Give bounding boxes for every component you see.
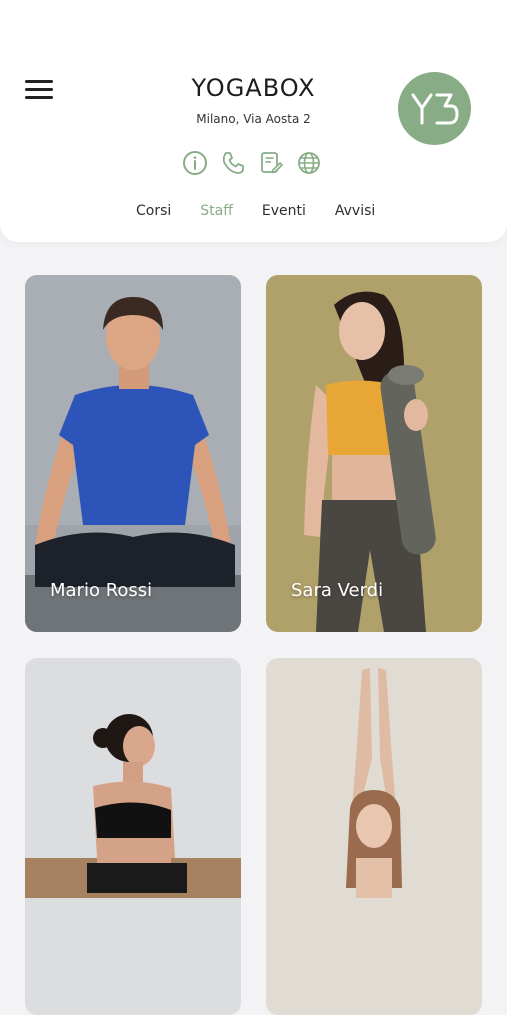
notes-button[interactable] (257, 149, 285, 177)
app-header: YOGABOX Milano, Via Aosta 2 Corsi Staff … (0, 0, 507, 242)
edit-note-icon (261, 152, 283, 174)
studio-logo[interactable] (398, 72, 471, 145)
staff-card[interactable]: Mario Rossi (25, 275, 241, 632)
website-button[interactable] (295, 149, 323, 177)
globe-icon (298, 152, 320, 174)
staff-card[interactable] (266, 658, 482, 1015)
tab-avvisi[interactable]: Avvisi (335, 203, 375, 219)
staff-photo (25, 658, 241, 1015)
section-tabs: Corsi Staff Eventi Avvisi (136, 203, 375, 219)
info-icon (183, 151, 207, 175)
staff-photo (266, 275, 482, 632)
info-button[interactable] (181, 149, 209, 177)
tab-eventi[interactable]: Eventi (262, 203, 306, 219)
staff-name: Mario Rossi (50, 580, 153, 601)
staff-photo (266, 658, 482, 1015)
phone-button[interactable] (219, 149, 247, 177)
staff-photo (25, 275, 241, 632)
staff-name: Sara Verdi (291, 580, 384, 601)
staff-card[interactable] (25, 658, 241, 1015)
tab-staff[interactable]: Staff (200, 203, 233, 219)
logo-mark-icon (411, 93, 458, 124)
phone-icon (222, 152, 244, 174)
tab-corsi[interactable]: Corsi (136, 203, 171, 219)
staff-card[interactable]: Sara Verdi (266, 275, 482, 632)
contact-actions (181, 149, 323, 177)
